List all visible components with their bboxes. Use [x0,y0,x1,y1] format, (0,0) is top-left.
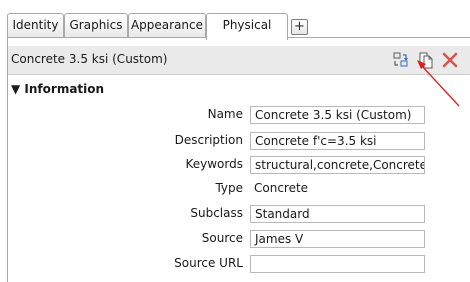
name-label: Name [207,107,243,121]
source-label: Source [201,231,243,245]
collapse-triangle-icon: ▼ [11,82,21,96]
physical-panel: Concrete 3.5 ksi (Custom) ▼ Information … [7,37,470,282]
tab-physical[interactable]: Physical [206,13,288,40]
replace-asset-icon[interactable] [391,50,411,70]
section-title-label: Information [24,82,105,96]
subclass-label: Subclass [190,206,243,220]
source-url-label: Source URL [174,256,243,270]
tab-identity[interactable]: Identity [7,13,64,37]
description-field[interactable]: Concrete f'c=3.5 ksi [250,132,425,150]
type-value: Concrete [254,181,309,195]
keywords-label: Keywords [185,157,243,171]
tab-strip: Identity Graphics Appearance Physical + [0,0,470,42]
keywords-field[interactable]: structural,concrete,Concrete 3.... [250,156,425,174]
asset-header: Concrete 3.5 ksi (Custom) [8,46,470,75]
remove-asset-icon[interactable] [440,50,460,70]
tab-appearance[interactable]: Appearance [128,13,206,37]
duplicate-asset-icon[interactable] [416,50,436,70]
add-tab-button[interactable]: + [291,19,308,35]
description-label: Description [174,133,243,147]
type-label: Type [215,181,243,195]
subclass-field[interactable]: Standard [250,205,425,223]
source-field[interactable]: James V [250,230,425,248]
tab-graphics[interactable]: Graphics [64,13,128,37]
source-url-field[interactable] [250,255,425,273]
section-information[interactable]: ▼ Information [11,82,104,96]
asset-title: Concrete 3.5 ksi (Custom) [11,52,168,66]
name-field[interactable]: Concrete 3.5 ksi (Custom) [250,106,425,124]
